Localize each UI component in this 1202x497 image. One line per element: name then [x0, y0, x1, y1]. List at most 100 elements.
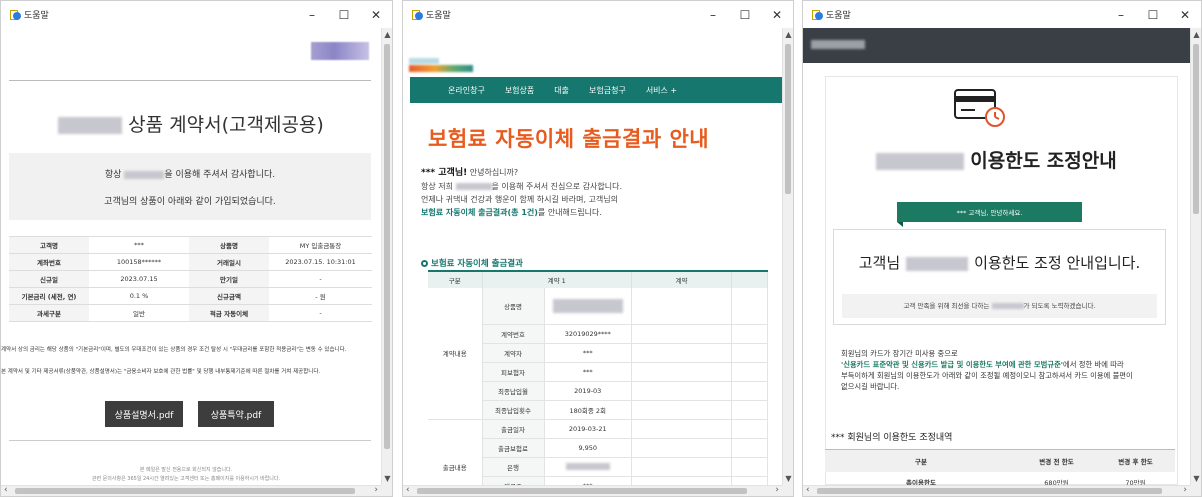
- greeting-box: 항상 을 이용해 주셔서 감사합니다. 고객님의 상품이 아래와 같이 가입되었…: [9, 153, 371, 220]
- row-value: 2019-03: [544, 381, 632, 401]
- row-label: 고객명: [9, 236, 89, 254]
- row-value: 180회중 2회: [544, 400, 632, 420]
- footer-noreply: 본 메일은 발신 전용으로 회신되지 않습니다.: [139, 467, 233, 473]
- horizontal-scrollbar[interactable]: ‹ ›: [1, 485, 381, 496]
- interest-note: 계약서 상의 금리는 해당 상품의 "기본금리"이며, 별도의 우대조건이 있는…: [1, 347, 347, 353]
- col-header: 구분: [825, 449, 1017, 472]
- bullet-icon: [421, 260, 428, 267]
- bank-logo: [311, 42, 369, 60]
- row-value: ***: [544, 362, 632, 382]
- row-label: 계좌번호: [9, 253, 89, 271]
- page-title: 상품 계약서(고객제공용): [1, 110, 381, 137]
- card-limit-help-window: 도움말 – ☐ ✕ 이용한도 조정안내 *** 고객님, 안녕하세요. 고객님 이…: [802, 0, 1202, 497]
- title-bar[interactable]: 도움말 – ☐ ✕: [803, 1, 1201, 28]
- col-header: 계약: [631, 270, 732, 288]
- contract-table: 고객명 *** 상품명 MY 입출금통장 계좌번호 100158****** 거래일시 202…: [9, 236, 372, 322]
- nav-online-counter[interactable]: 온라인창구: [448, 85, 485, 96]
- row-label: 계약자: [482, 343, 545, 363]
- row-value: ***: [544, 343, 632, 363]
- horizontal-scrollbar[interactable]: ‹ ›: [803, 485, 1190, 496]
- maximize-button[interactable]: ☐: [328, 8, 360, 22]
- vertical-scrollbar[interactable]: ▲ ▼: [381, 28, 392, 485]
- mail-body: 상품 계약서(고객제공용) 항상 을 이용해 주셔서 감사합니다. 고객님의 상…: [1, 28, 381, 485]
- minimize-button[interactable]: –: [697, 8, 729, 22]
- row-label: 상품명: [482, 288, 545, 325]
- row-label: 예금주: [482, 476, 545, 485]
- row-label: 거래일시: [189, 253, 269, 271]
- footer-contact: 관련 문의사항은 365일 24시간 열려있는 고객센터 또는 홈페이지를 이용…: [91, 476, 281, 482]
- row-value: -: [269, 304, 372, 322]
- row-value: - 원: [269, 287, 372, 305]
- top-nav: 온라인창구 보험상품 대출 보험금청구 서비스 +: [410, 77, 782, 103]
- table-row: 출금내용 출금일자 2019-03-21: [428, 419, 768, 485]
- maximize-button[interactable]: ☐: [1137, 8, 1169, 22]
- table-row: 기본금리 (세전, 연) 0.1 % 신규금액 - 원: [9, 287, 372, 305]
- provision-note: 본 계약서 및 기타 제공서류(상품약관, 상품설명서)는 "금융소비자 보호에…: [1, 369, 321, 375]
- row-value: -: [269, 270, 372, 288]
- minimize-button[interactable]: –: [1105, 8, 1137, 22]
- table-row: 계약내용 상품명: [428, 288, 768, 420]
- close-button[interactable]: ✕: [1169, 8, 1201, 22]
- row-label: 신규금액: [189, 287, 269, 305]
- nav-claims[interactable]: 보험금청구: [589, 85, 626, 96]
- row-value: [544, 457, 632, 477]
- col-header: 변경 후 한도: [1095, 449, 1175, 472]
- close-button[interactable]: ✕: [360, 8, 392, 22]
- redacted-card-name: [906, 256, 969, 271]
- row-label: 최종납입월: [482, 381, 545, 401]
- maximize-button[interactable]: ☐: [729, 8, 761, 22]
- table-row: 고객명 *** 상품명 MY 입출금통장: [9, 236, 372, 254]
- help-app-icon: [411, 9, 423, 21]
- divider: [9, 440, 371, 441]
- greeting-banner: *** 고객님, 안녕하세요.: [897, 202, 1082, 222]
- page-title: 보험료 자동이체 출금결과 안내: [428, 127, 710, 151]
- row-value: ***: [544, 476, 632, 485]
- brand-header: [803, 28, 1190, 63]
- row-label: 과세구분: [9, 304, 89, 322]
- window-title: 도움말: [24, 11, 49, 21]
- redacted-bank-name: [58, 117, 123, 134]
- table-row: 계좌번호 100158****** 거래일시 2023.07.15. 10:31:01: [9, 253, 372, 271]
- vertical-scrollbar[interactable]: ▲ ▼: [782, 28, 793, 485]
- row-value: 2019-03-21: [544, 419, 632, 439]
- nav-services[interactable]: 서비스 +: [646, 85, 677, 96]
- redacted-insurer-name: [455, 183, 492, 190]
- nav-loans[interactable]: 대출: [554, 85, 569, 96]
- window-title: 도움말: [426, 11, 451, 21]
- group-label: 계약내용: [428, 288, 483, 420]
- close-button[interactable]: ✕: [761, 8, 793, 22]
- minimize-button[interactable]: –: [296, 8, 328, 22]
- nav-insurance-products[interactable]: 보험상품: [505, 85, 534, 96]
- row-label: 상품명: [189, 236, 269, 254]
- intro-text: *** 고객님! 안녕하십니까? 항상 저희 을 이용해 주셔서 진심으로 감사…: [421, 168, 623, 217]
- row-value: 100158******: [89, 253, 189, 271]
- redacted-value: [565, 463, 610, 470]
- withdrawal-result-table: 구분 계약 1 계약 계약내용 상품명 계약번호 32019029**** 계약자 ***…: [428, 270, 768, 485]
- contract-help-window: 도움말 – ☐ ✕ 상품 계약서(고객제공용) 항상 을 이용해 주셔서 감사합…: [0, 0, 393, 497]
- row-value: 680만원: [1016, 471, 1096, 485]
- row-label: 은행: [482, 457, 545, 477]
- row-label: 만기일: [189, 270, 269, 288]
- redacted-value: [552, 298, 623, 313]
- credit-card-clock-icon: [954, 89, 1005, 127]
- row-value: 2023.07.15: [89, 270, 189, 288]
- vertical-scrollbar[interactable]: ▲ ▼: [1190, 28, 1201, 485]
- window-title: 도움말: [826, 11, 851, 21]
- redacted-card-company: [991, 303, 1024, 309]
- title-bar[interactable]: 도움말 – ☐ ✕: [1, 1, 392, 28]
- product-description-pdf-button[interactable]: 상품설명서.pdf: [105, 401, 183, 427]
- insurer-logo: [409, 58, 473, 72]
- row-label: 출금보험료: [482, 438, 545, 458]
- table-row: 과세구분 일반 적금 자동이체 -: [9, 304, 372, 322]
- product-terms-pdf-button[interactable]: 상품특약.pdf: [198, 401, 274, 427]
- horizontal-scrollbar[interactable]: ‹ ›: [403, 485, 782, 496]
- row-label: 피보험자: [482, 362, 545, 382]
- row-value: MY 입출금통장: [269, 236, 372, 254]
- title-bar[interactable]: 도움말 – ☐ ✕: [403, 1, 793, 28]
- row-value: 70만원: [1095, 471, 1175, 485]
- row-value: 2023.07.15. 10:31:01: [269, 253, 372, 271]
- insurance-help-window: 도움말 – ☐ ✕ 온라인창구 보험상품 대출 보험금청구 서비스 + 보험료 …: [402, 0, 794, 497]
- row-value: 32019029****: [544, 324, 632, 344]
- redacted-card-company: [876, 153, 965, 170]
- col-header: 구분: [428, 270, 483, 288]
